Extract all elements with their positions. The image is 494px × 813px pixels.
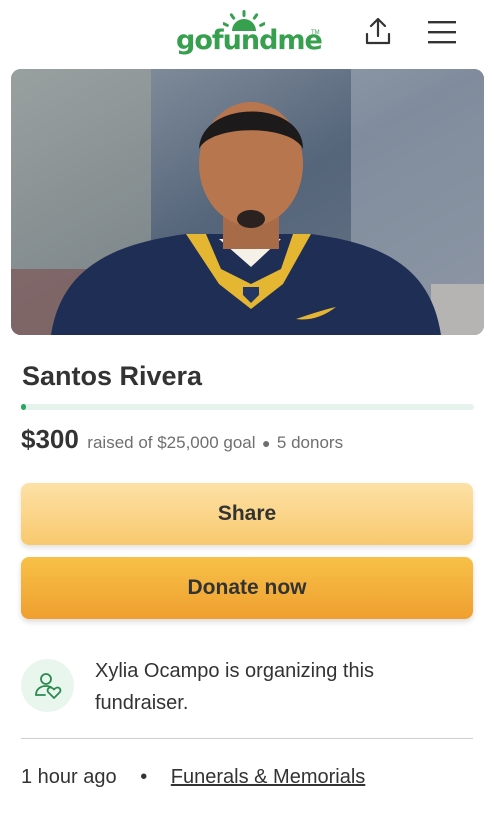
hamburger-menu-icon xyxy=(428,21,456,44)
progress-bar xyxy=(21,404,474,410)
heart-person-icon xyxy=(34,672,61,699)
menu-button[interactable] xyxy=(424,16,460,48)
campaign-meta: 1 hour ago • Funerals & Memorials xyxy=(21,763,365,791)
organizer-text: Xylia Ocampo is organizing this fundrais… xyxy=(95,660,375,714)
top-header: gofundme TM xyxy=(0,0,494,62)
progress-bar-fill xyxy=(21,404,27,410)
logo-trademark: TM xyxy=(311,30,320,36)
campaign-hero-image xyxy=(11,69,484,335)
goal-text: raised of $25,000 goal xyxy=(87,433,256,452)
campaign-title: Santos Rivera xyxy=(22,361,203,391)
donor-count: 5 donors xyxy=(276,433,344,452)
organizer-avatar xyxy=(21,659,74,712)
logo-wordmark: gofundme xyxy=(176,25,323,56)
share-header-button[interactable] xyxy=(360,14,396,50)
gofundme-logo[interactable]: gofundme TM xyxy=(176,8,323,60)
stats-separator: ● xyxy=(262,435,271,451)
donate-now-button[interactable]: Donate now xyxy=(21,557,473,619)
section-divider xyxy=(21,738,473,739)
meta-separator: • xyxy=(140,766,148,788)
amount-raised: $300 xyxy=(21,424,79,454)
share-upload-icon xyxy=(365,17,391,45)
created-time: 1 hour ago xyxy=(21,766,117,788)
fundraising-stats: $300 raised of $25,000 goal ● 5 donors xyxy=(21,423,343,460)
share-button[interactable]: Share xyxy=(21,483,473,545)
category-link[interactable]: Funerals & Memorials xyxy=(171,766,366,788)
organizer-section: Xylia Ocampo is organizing this fundrais… xyxy=(21,655,474,719)
